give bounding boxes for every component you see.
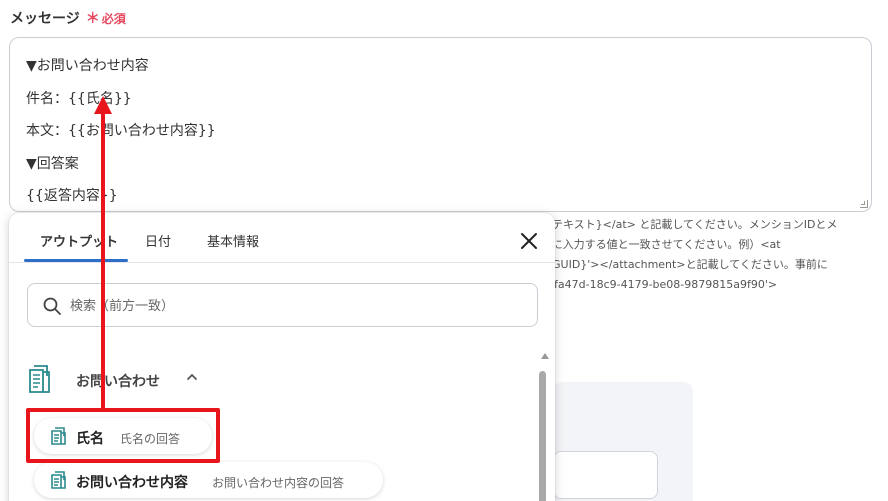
help-line: ルのGUID}'></attachment>と記載してください。事前に: [530, 258, 828, 271]
message-line: 件名：{{氏名}}: [26, 90, 132, 107]
search-input[interactable]: [70, 295, 510, 317]
message-line: ▼回答案: [26, 155, 79, 172]
field-icon: [51, 427, 66, 445]
scrollbar-thumb[interactable]: [539, 371, 546, 501]
message-line: ▼お問い合わせ内容: [26, 58, 149, 74]
help-line: 表示テキスト}</at> と記載してください。メンションIDとメ: [530, 218, 838, 231]
form-icon: [29, 365, 50, 393]
message-line: 本文：{{お問い合わせ内容}}: [26, 123, 216, 139]
scroll-up-arrow[interactable]: [541, 353, 549, 359]
tab-date[interactable]: 日付: [145, 231, 171, 250]
group-label: お問い合わせ: [76, 374, 160, 390]
required-mark: ＊: [85, 11, 100, 27]
search-icon: [43, 297, 61, 315]
field-label-text: メッセージ: [10, 11, 80, 27]
output-item-label: 氏名: [76, 431, 104, 447]
help-text: 表示テキスト}</at> と記載してください。メンションIDとメ ームに入力する…: [530, 215, 882, 295]
output-item-name[interactable]: 氏名 氏名の回答: [34, 418, 212, 454]
output-item-label: お問い合わせ内容: [76, 475, 188, 491]
help-line: '153fa47d-18c9-4179-be08-9879815a9f90'>: [530, 278, 778, 291]
resize-handle[interactable]: [860, 200, 868, 208]
output-item-inquiry-content[interactable]: お問い合わせ内容 お問い合わせ内容の回答: [34, 462, 383, 498]
search-box[interactable]: [27, 283, 538, 327]
tab-basic-info[interactable]: 基本情報: [207, 231, 259, 250]
help-line: ームに入力する値と一致させてください。例）<at: [530, 238, 781, 251]
output-item-description: 氏名の回答: [120, 432, 181, 446]
close-icon: [521, 233, 537, 249]
message-line: {{返答内容}}: [26, 188, 118, 204]
output-item-description: お問い合わせ内容の回答: [212, 476, 345, 490]
field-icon: [51, 471, 66, 489]
group-header-inquiry[interactable]: お問い合わせ: [27, 361, 327, 397]
output-picker-popup: アウトプット 日付 基本情報 お問い合わせ: [9, 213, 555, 501]
popup-tabs: アウトプット 日付 基本情報: [9, 213, 555, 263]
close-button[interactable]: [515, 227, 543, 255]
required-badge: 必須: [101, 12, 126, 26]
message-textarea[interactable]: ▼お問い合わせ内容 件名：{{氏名}} 本文：{{お問い合わせ内容}} ▼回答案…: [9, 37, 872, 212]
background-input[interactable]: [553, 451, 658, 499]
tab-output[interactable]: アウトプット: [40, 231, 118, 250]
message-field-label: メッセージ ＊必須: [10, 8, 126, 28]
active-tab-indicator: [24, 259, 128, 262]
chevron-up-icon[interactable]: [184, 369, 200, 385]
